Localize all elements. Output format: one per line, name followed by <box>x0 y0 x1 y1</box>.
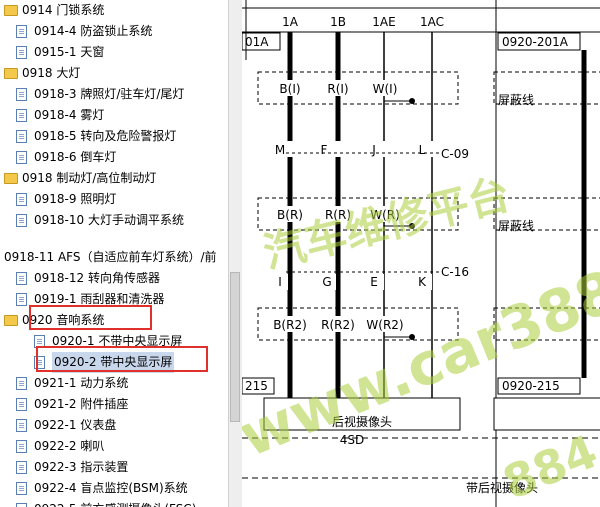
tree-item-label: 0918-11 AFS（自适应前车灯系统）/前 <box>4 250 217 264</box>
tree-item[interactable]: 0918-11 AFS（自适应前车灯系统）/前 <box>0 247 228 268</box>
tree-item-label: 0922-4 盲点监控(BSM)系统 <box>34 481 188 495</box>
highlight-box-with-display <box>36 346 208 372</box>
tree-item-label: 0921-1 动力系统 <box>34 376 129 390</box>
tree-item-label: 0921-2 附件插座 <box>34 397 129 411</box>
connector-label-right: 0920-201A <box>502 35 569 49</box>
tree-item[interactable]: 0918-9 照明灯 <box>0 189 228 210</box>
tree-item[interactable]: 0921-2 附件插座 <box>0 394 228 415</box>
pin-label-g: G <box>322 275 331 289</box>
pin-label-1a: 1A <box>282 15 299 29</box>
wire-label-w-r2: W(R2) <box>366 318 403 332</box>
tree-item[interactable]: 0918 制动灯/高位制动灯 <box>0 168 228 189</box>
connector-label-c16: C-16 <box>441 265 469 279</box>
tree-item[interactable]: 0922-4 盲点监控(BSM)系统 <box>0 478 228 499</box>
tree-item-label: 0915-1 天窗 <box>34 45 105 59</box>
pin-label-l: L <box>419 143 426 157</box>
tree-item-label: 0922-3 指示装置 <box>34 460 129 474</box>
tree-scrollbar-thumb[interactable] <box>230 272 240 422</box>
pin-label-f: F <box>321 143 328 157</box>
tree-item[interactable]: 0922-3 指示装置 <box>0 457 228 478</box>
tree-item-label: 0918-9 照明灯 <box>34 192 117 206</box>
wire-label-w-i: W(I) <box>373 82 398 96</box>
tree-item-label: 0918-12 转向角传感器 <box>34 271 160 285</box>
tree-item[interactable]: 0922-1 仪表盘 <box>0 415 228 436</box>
tree-scrollbar[interactable] <box>228 0 242 507</box>
ground-label-4sd: 4SD <box>340 433 365 447</box>
document-icon <box>16 130 27 143</box>
connector-label-left-partial: 01A <box>245 35 269 49</box>
tree-item[interactable]: 0918-6 倒车灯 <box>0 147 228 168</box>
tree-item-label: 0918 大灯 <box>22 66 81 80</box>
tree-item-label: 0918-10 大灯手动调平系统 <box>34 213 184 227</box>
document-icon <box>16 214 27 227</box>
tree-item-label: 0918-5 转向及危险警报灯 <box>34 129 177 143</box>
file-tree-panel: 0914 门锁系统 0914-4 防盗锁止系统 0915-1 天窗 0918 大灯 09… <box>0 0 228 507</box>
connector-label-215-left: 215 <box>245 379 268 393</box>
document-icon <box>16 377 27 390</box>
tree-item[interactable]: 0921-1 动力系统 <box>0 373 228 394</box>
folder-icon <box>4 173 18 184</box>
document-icon <box>16 398 27 411</box>
tree-item[interactable]: 0918 大灯 <box>0 63 228 84</box>
wiring-diagram-panel: 1A 1B 1AE 1AC 01A 0920-201A B(I) R(I) W(… <box>242 0 600 507</box>
tree-item-label: 0922-5 前方感测摄像头(FSC) <box>34 499 196 507</box>
tree-item[interactable]: 0914 门锁系统 <box>0 0 228 21</box>
tree-item-label: 0918-3 牌照灯/驻车灯/尾灯 <box>34 87 185 101</box>
wire-label-b-i: B(I) <box>279 82 300 96</box>
tree-item[interactable]: 0918-5 转向及危险警报灯 <box>0 126 228 147</box>
highlight-box-audio-system <box>29 305 152 330</box>
tree-item-label: 0914 门锁系统 <box>22 3 105 17</box>
pin-label-1ae: 1AE <box>372 15 395 29</box>
tree-item[interactable]: 0918-4 雾灯 <box>0 105 228 126</box>
document-icon <box>16 151 27 164</box>
document-icon <box>16 293 27 306</box>
tree-item-label: 0914-4 防盗锁止系统 <box>34 24 153 38</box>
tree-item[interactable]: 0918-12 转向角传感器 <box>0 268 228 289</box>
tree-item[interactable]: 0918-3 牌照灯/驻车灯/尾灯 <box>0 84 228 105</box>
tree-item[interactable]: 0918-10 大灯手动调平系统 <box>0 210 228 231</box>
connector-label-c09: C-09 <box>441 147 469 161</box>
document-icon <box>16 272 27 285</box>
document-icon <box>16 25 27 38</box>
document-icon <box>16 193 27 206</box>
tree-item-label: 0922-2 喇叭 <box>34 439 105 453</box>
wire-label-b-r2: B(R2) <box>273 318 307 332</box>
tree-item-label: 0922-1 仪表盘 <box>34 418 117 432</box>
pin-label-k: K <box>418 275 427 289</box>
document-icon <box>16 503 27 507</box>
pin-label-m: M <box>275 143 285 157</box>
pin-label-j: J <box>371 143 376 157</box>
tree-item[interactable]: 0915-1 天窗 <box>0 42 228 63</box>
shield-label-1: 屏蔽线 <box>498 93 534 107</box>
connector-label-215-right: 0920-215 <box>502 379 560 393</box>
document-icon <box>16 482 27 495</box>
tree-item[interactable]: 0922-5 前方感测摄像头(FSC) <box>0 499 228 507</box>
pin-label-e: E <box>370 275 378 289</box>
document-icon <box>16 109 27 122</box>
tree-item[interactable]: 0922-2 喇叭 <box>0 436 228 457</box>
pin-label-1ac: 1AC <box>420 15 444 29</box>
tree-item[interactable]: 0914-4 防盗锁止系统 <box>0 21 228 42</box>
document-icon <box>16 88 27 101</box>
pin-label-1b: 1B <box>330 15 346 29</box>
wire-label-r-i: R(I) <box>327 82 348 96</box>
document-icon <box>16 46 27 59</box>
tree-item-label: 0918-4 雾灯 <box>34 108 105 122</box>
folder-icon <box>4 68 18 79</box>
document-icon <box>16 461 27 474</box>
wire-label-r-r2: R(R2) <box>321 318 355 332</box>
document-icon <box>16 419 27 432</box>
tree-item-label: 0918 制动灯/高位制动灯 <box>22 171 157 185</box>
tree-item-label: 0918-6 倒车灯 <box>34 150 117 164</box>
document-icon <box>16 440 27 453</box>
folder-icon <box>4 5 18 16</box>
folder-icon <box>4 315 18 326</box>
